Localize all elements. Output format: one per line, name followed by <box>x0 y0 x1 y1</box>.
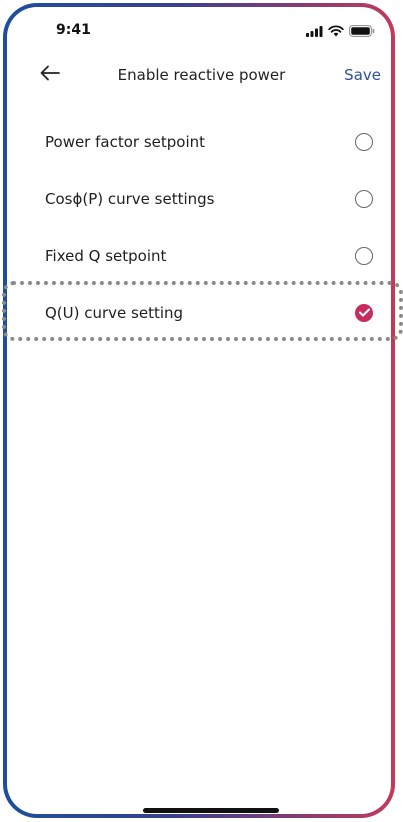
option-label: Power factor setpoint <box>45 132 206 151</box>
home-indicator <box>143 808 279 813</box>
save-button[interactable]: Save <box>344 66 381 84</box>
radio-button[interactable] <box>355 189 373 208</box>
wifi-icon <box>328 24 344 42</box>
checkmark-icon <box>358 304 370 322</box>
option-label: Fixed Q setpoint <box>45 246 167 265</box>
option-label: Q(U) curve setting <box>45 303 184 322</box>
option-qu-curve-setting[interactable]: Q(U) curve setting <box>0 284 403 341</box>
status-icons <box>306 24 375 42</box>
radio-button-selected[interactable] <box>355 303 373 322</box>
option-label: Cosϕ(P) curve settings <box>45 189 215 208</box>
radio-button[interactable] <box>355 246 373 265</box>
status-bar: 9:41 <box>0 0 403 50</box>
status-time: 9:41 <box>56 22 91 38</box>
options-list: Power factor setpoint Cosϕ(P) curve sett… <box>0 113 403 341</box>
header: Enable reactive power Save <box>0 60 403 92</box>
option-fixed-q-setpoint[interactable]: Fixed Q setpoint <box>0 227 403 284</box>
radio-button[interactable] <box>355 132 373 151</box>
signal-icon <box>306 24 323 42</box>
option-cos-phi-curve-settings[interactable]: Cosϕ(P) curve settings <box>0 170 403 227</box>
battery-icon <box>349 24 375 42</box>
option-power-factor-setpoint[interactable]: Power factor setpoint <box>0 113 403 170</box>
page-title: Enable reactive power <box>117 66 286 84</box>
